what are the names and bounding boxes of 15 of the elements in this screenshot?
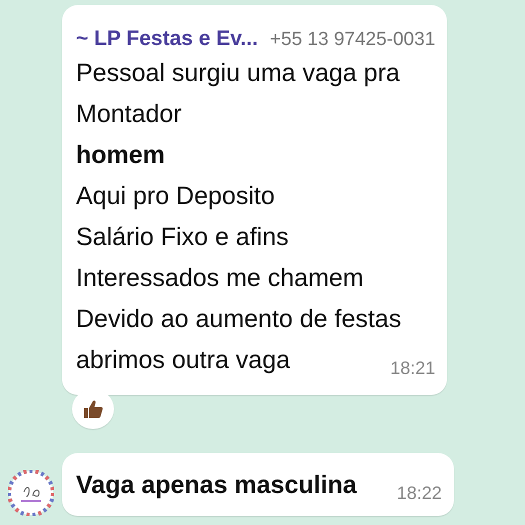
reaction-badge[interactable] bbox=[72, 389, 114, 429]
message-text: abrimos outra vaga bbox=[76, 345, 290, 376]
sender-phone: +55 13 97425-0031 bbox=[270, 29, 436, 51]
message-time: 18:22 bbox=[396, 483, 442, 505]
message-text: Devido ao aumento de festas bbox=[76, 304, 402, 335]
message-text: Montador bbox=[76, 99, 183, 130]
message-text: Pessoal surgiu uma vaga pra bbox=[76, 58, 401, 89]
message-text: Interessados me chamem bbox=[76, 263, 365, 294]
thumbs-up-icon bbox=[82, 398, 104, 420]
message-time: 18:21 bbox=[390, 358, 436, 380]
message-text: Aqui pro Deposito bbox=[76, 181, 276, 212]
message-text: homem bbox=[76, 140, 166, 171]
message-text: Salário Fixo e afins bbox=[76, 222, 290, 253]
sender-name[interactable]: ~ LP Festas e Ev... bbox=[76, 27, 258, 51]
message-text: Vaga apenas masculina bbox=[76, 470, 357, 501]
